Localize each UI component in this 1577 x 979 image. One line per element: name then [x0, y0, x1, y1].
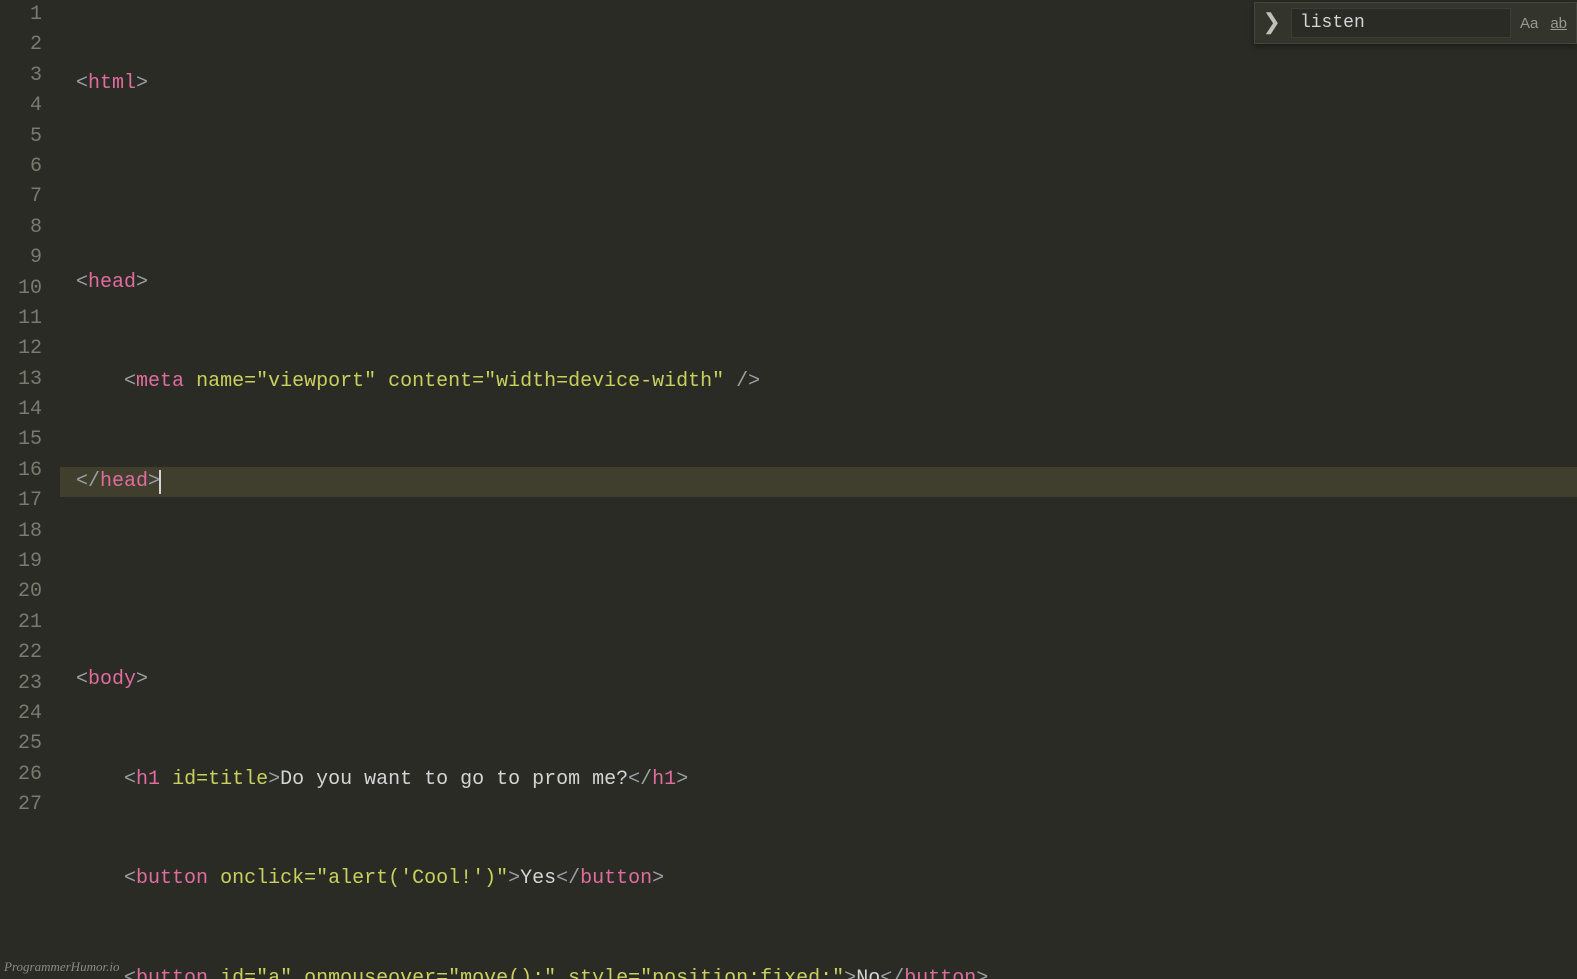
line-number: 22: [0, 638, 42, 668]
code-line[interactable]: <meta name="viewport" content="width=dev…: [76, 367, 1577, 397]
line-number: 4: [0, 91, 42, 121]
line-number: 10: [0, 274, 42, 304]
line-number: 17: [0, 486, 42, 516]
line-number: 14: [0, 395, 42, 425]
code-line[interactable]: <body>: [76, 665, 1577, 695]
code-line[interactable]: <head>: [76, 268, 1577, 298]
line-number: 9: [0, 243, 42, 273]
code-line[interactable]: [76, 566, 1577, 596]
line-number: 5: [0, 122, 42, 152]
line-number: 11: [0, 304, 42, 334]
line-number: 27: [0, 790, 42, 820]
line-number: 21: [0, 608, 42, 638]
match-whole-word-toggle[interactable]: ab: [1547, 13, 1570, 34]
line-number: 24: [0, 699, 42, 729]
line-number: 3: [0, 61, 42, 91]
find-input[interactable]: [1291, 8, 1511, 38]
line-number: 13: [0, 365, 42, 395]
line-number: 15: [0, 425, 42, 455]
line-number: 1: [0, 0, 42, 30]
line-number: 7: [0, 182, 42, 212]
line-number: 25: [0, 729, 42, 759]
line-number: 2: [0, 30, 42, 60]
code-line[interactable]: <h1 id=title>Do you want to go to prom m…: [76, 765, 1577, 795]
code-line[interactable]: <button id="a" onmouseover="move();" sty…: [76, 964, 1577, 979]
find-widget[interactable]: ❯ Aa ab: [1254, 2, 1577, 44]
line-number-gutter: 1 2 3 4 5 6 7 8 9 10 11 12 13 14 15 16 1…: [0, 0, 60, 979]
line-number: 18: [0, 517, 42, 547]
line-number: 16: [0, 456, 42, 486]
line-number: 8: [0, 213, 42, 243]
line-number: 20: [0, 577, 42, 607]
code-line[interactable]: [76, 168, 1577, 198]
chevron-right-icon[interactable]: ❯: [1259, 10, 1285, 36]
line-number: 6: [0, 152, 42, 182]
line-number: 26: [0, 760, 42, 790]
code-line[interactable]: <html>: [76, 69, 1577, 99]
line-number: 23: [0, 669, 42, 699]
code-editor[interactable]: 1 2 3 4 5 6 7 8 9 10 11 12 13 14 15 16 1…: [0, 0, 1577, 979]
line-number: 19: [0, 547, 42, 577]
text-cursor: [159, 470, 161, 494]
line-number: 12: [0, 334, 42, 364]
match-case-toggle[interactable]: Aa: [1517, 13, 1541, 34]
code-line[interactable]: <button onclick="alert('Cool!')">Yes</bu…: [76, 864, 1577, 894]
watermark-text: ProgrammerHumor.io: [4, 959, 119, 975]
code-line-active[interactable]: </head>: [60, 467, 1577, 497]
code-area[interactable]: <html> <head> <meta name="viewport" cont…: [60, 0, 1577, 979]
